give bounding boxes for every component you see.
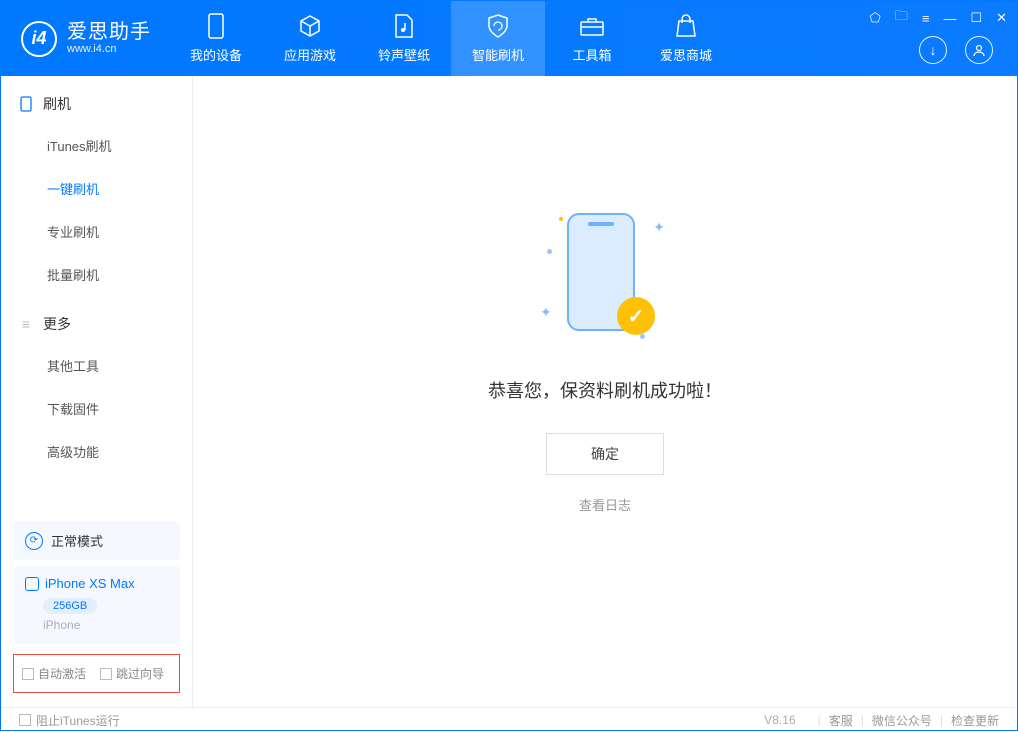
toolbox-icon bbox=[579, 13, 605, 39]
phone-icon bbox=[203, 13, 229, 39]
nav-tab-flash[interactable]: 智能刷机 bbox=[451, 1, 545, 76]
checkbox-auto-activate[interactable]: 自动激活 bbox=[22, 665, 86, 682]
device-phone-icon bbox=[25, 577, 39, 591]
footer-link-update[interactable]: 检查更新 bbox=[951, 712, 999, 729]
footer-right: V8.16 | 客服 | 微信公众号 | 检查更新 bbox=[764, 712, 999, 729]
device-name: iPhone XS Max bbox=[45, 576, 135, 591]
dot-icon bbox=[559, 217, 563, 221]
download-icon[interactable]: ↓ bbox=[919, 36, 947, 64]
sidebar-section-label: 更多 bbox=[43, 314, 71, 334]
checkbox-icon bbox=[19, 714, 31, 726]
separator: | bbox=[861, 713, 864, 727]
success-illustration: ✦ ✦ ✓ bbox=[535, 209, 675, 349]
sidebar-section-more: ≡ 更多 bbox=[1, 296, 192, 344]
mode-label: 正常模式 bbox=[51, 531, 103, 550]
app-header: i4 爱思助手 www.i4.cn 我的设备 应用游戏 铃声壁纸 智能刷机 工具… bbox=[1, 1, 1017, 76]
device-name-row: iPhone XS Max bbox=[25, 576, 168, 591]
nav-tab-apps[interactable]: 应用游戏 bbox=[263, 1, 357, 76]
nav-tab-label: 智能刷机 bbox=[472, 45, 524, 64]
sparkle-icon: ✦ bbox=[540, 304, 552, 321]
body: 刷机 iTunes刷机 一键刷机 专业刷机 批量刷机 ≡ 更多 其他工具 下载固… bbox=[1, 76, 1017, 707]
sidebar-section-label: 刷机 bbox=[43, 94, 71, 114]
checkbox-icon bbox=[22, 668, 34, 680]
nav-tab-my-device[interactable]: 我的设备 bbox=[169, 1, 263, 76]
nav-tab-label: 我的设备 bbox=[190, 45, 242, 64]
checkbox-icon bbox=[100, 668, 112, 680]
view-log-link[interactable]: 查看日志 bbox=[579, 495, 631, 514]
checkbox-skip-guide[interactable]: 跳过向导 bbox=[100, 665, 164, 682]
close-button[interactable]: ✕ bbox=[996, 10, 1007, 26]
nav-tab-label: 应用游戏 bbox=[284, 45, 336, 64]
sidebar: 刷机 iTunes刷机 一键刷机 专业刷机 批量刷机 ≡ 更多 其他工具 下载固… bbox=[1, 76, 193, 707]
separator: | bbox=[818, 713, 821, 727]
footer-link-support[interactable]: 客服 bbox=[829, 712, 853, 729]
cube-icon bbox=[297, 13, 323, 39]
footer: 阻止iTunes运行 V8.16 | 客服 | 微信公众号 | 检查更新 bbox=[1, 707, 1017, 732]
check-badge-icon: ✓ bbox=[617, 297, 655, 335]
logo-text: 爱思助手 www.i4.cn bbox=[67, 21, 151, 55]
logo-area: i4 爱思助手 www.i4.cn bbox=[1, 21, 169, 57]
sidebar-item-itunes-flash[interactable]: iTunes刷机 bbox=[1, 124, 192, 167]
checkbox-row: 自动激活 跳过向导 bbox=[13, 654, 180, 693]
nav-tab-label: 爱思商城 bbox=[660, 45, 712, 64]
list-icon: ≡ bbox=[19, 317, 33, 331]
app-logo-icon: i4 bbox=[21, 21, 57, 57]
sidebar-item-other-tools[interactable]: 其他工具 bbox=[1, 344, 192, 387]
app-subtitle: www.i4.cn bbox=[67, 43, 151, 55]
nav-tab-store[interactable]: 爱思商城 bbox=[639, 1, 733, 76]
tshirt-icon[interactable]: ⬠ bbox=[870, 10, 881, 26]
dot-icon bbox=[547, 249, 552, 254]
header-right-icons: ↓ bbox=[919, 36, 993, 64]
checkbox-label: 跳过向导 bbox=[116, 665, 164, 682]
menu-icon[interactable]: ≡ bbox=[922, 11, 930, 26]
sidebar-section-flash: 刷机 bbox=[1, 76, 192, 124]
mode-icon: ⟳ bbox=[25, 532, 43, 550]
shield-refresh-icon bbox=[485, 13, 511, 39]
app-title: 爱思助手 bbox=[67, 21, 151, 43]
dot-icon bbox=[640, 334, 645, 339]
sidebar-item-onekey-flash[interactable]: 一键刷机 bbox=[1, 167, 192, 210]
sidebar-bottom: ⟳ 正常模式 iPhone XS Max 256GB iPhone 自动激活 跳 bbox=[1, 515, 192, 707]
sidebar-item-advanced[interactable]: 高级功能 bbox=[1, 430, 192, 473]
nav-tab-label: 工具箱 bbox=[572, 45, 611, 64]
device-box[interactable]: iPhone XS Max 256GB iPhone bbox=[13, 566, 180, 644]
nav-tab-label: 铃声壁纸 bbox=[378, 45, 430, 64]
separator: | bbox=[940, 713, 943, 727]
nav-tab-ringtones[interactable]: 铃声壁纸 bbox=[357, 1, 451, 76]
success-message: 恭喜您，保资料刷机成功啦！ bbox=[488, 377, 722, 403]
sidebar-item-pro-flash[interactable]: 专业刷机 bbox=[1, 210, 192, 253]
checkbox-label: 自动激活 bbox=[38, 665, 86, 682]
checkbox-label: 阻止iTunes运行 bbox=[36, 712, 120, 729]
titlebar-controls: ⬠ 🗀 ≡ — ☐ ✕ bbox=[870, 7, 1007, 29]
sidebar-item-download-firmware[interactable]: 下载固件 bbox=[1, 387, 192, 430]
mode-box[interactable]: ⟳ 正常模式 bbox=[13, 521, 180, 560]
checkbox-block-itunes[interactable]: 阻止iTunes运行 bbox=[19, 712, 120, 729]
nav-tab-toolbox[interactable]: 工具箱 bbox=[545, 1, 639, 76]
version-label: V8.16 bbox=[764, 713, 795, 727]
device-capacity: 256GB bbox=[43, 598, 97, 614]
main-content: ✦ ✦ ✓ 恭喜您，保资料刷机成功啦！ 确定 查看日志 bbox=[193, 76, 1017, 707]
music-file-icon bbox=[391, 13, 417, 39]
bag-icon bbox=[673, 13, 699, 39]
nav-tabs: 我的设备 应用游戏 铃声壁纸 智能刷机 工具箱 爱思商城 bbox=[169, 1, 733, 76]
maximize-button[interactable]: ☐ bbox=[970, 10, 982, 26]
sparkle-icon: ✦ bbox=[653, 219, 665, 236]
sidebar-item-batch-flash[interactable]: 批量刷机 bbox=[1, 253, 192, 296]
phone-small-icon bbox=[19, 97, 33, 111]
minimize-button[interactable]: — bbox=[943, 11, 956, 26]
lock-icon[interactable]: 🗀 bbox=[895, 7, 908, 29]
footer-link-wechat[interactable]: 微信公众号 bbox=[872, 712, 932, 729]
device-type: iPhone bbox=[43, 618, 168, 632]
ok-button[interactable]: 确定 bbox=[546, 433, 664, 475]
user-icon[interactable] bbox=[965, 36, 993, 64]
